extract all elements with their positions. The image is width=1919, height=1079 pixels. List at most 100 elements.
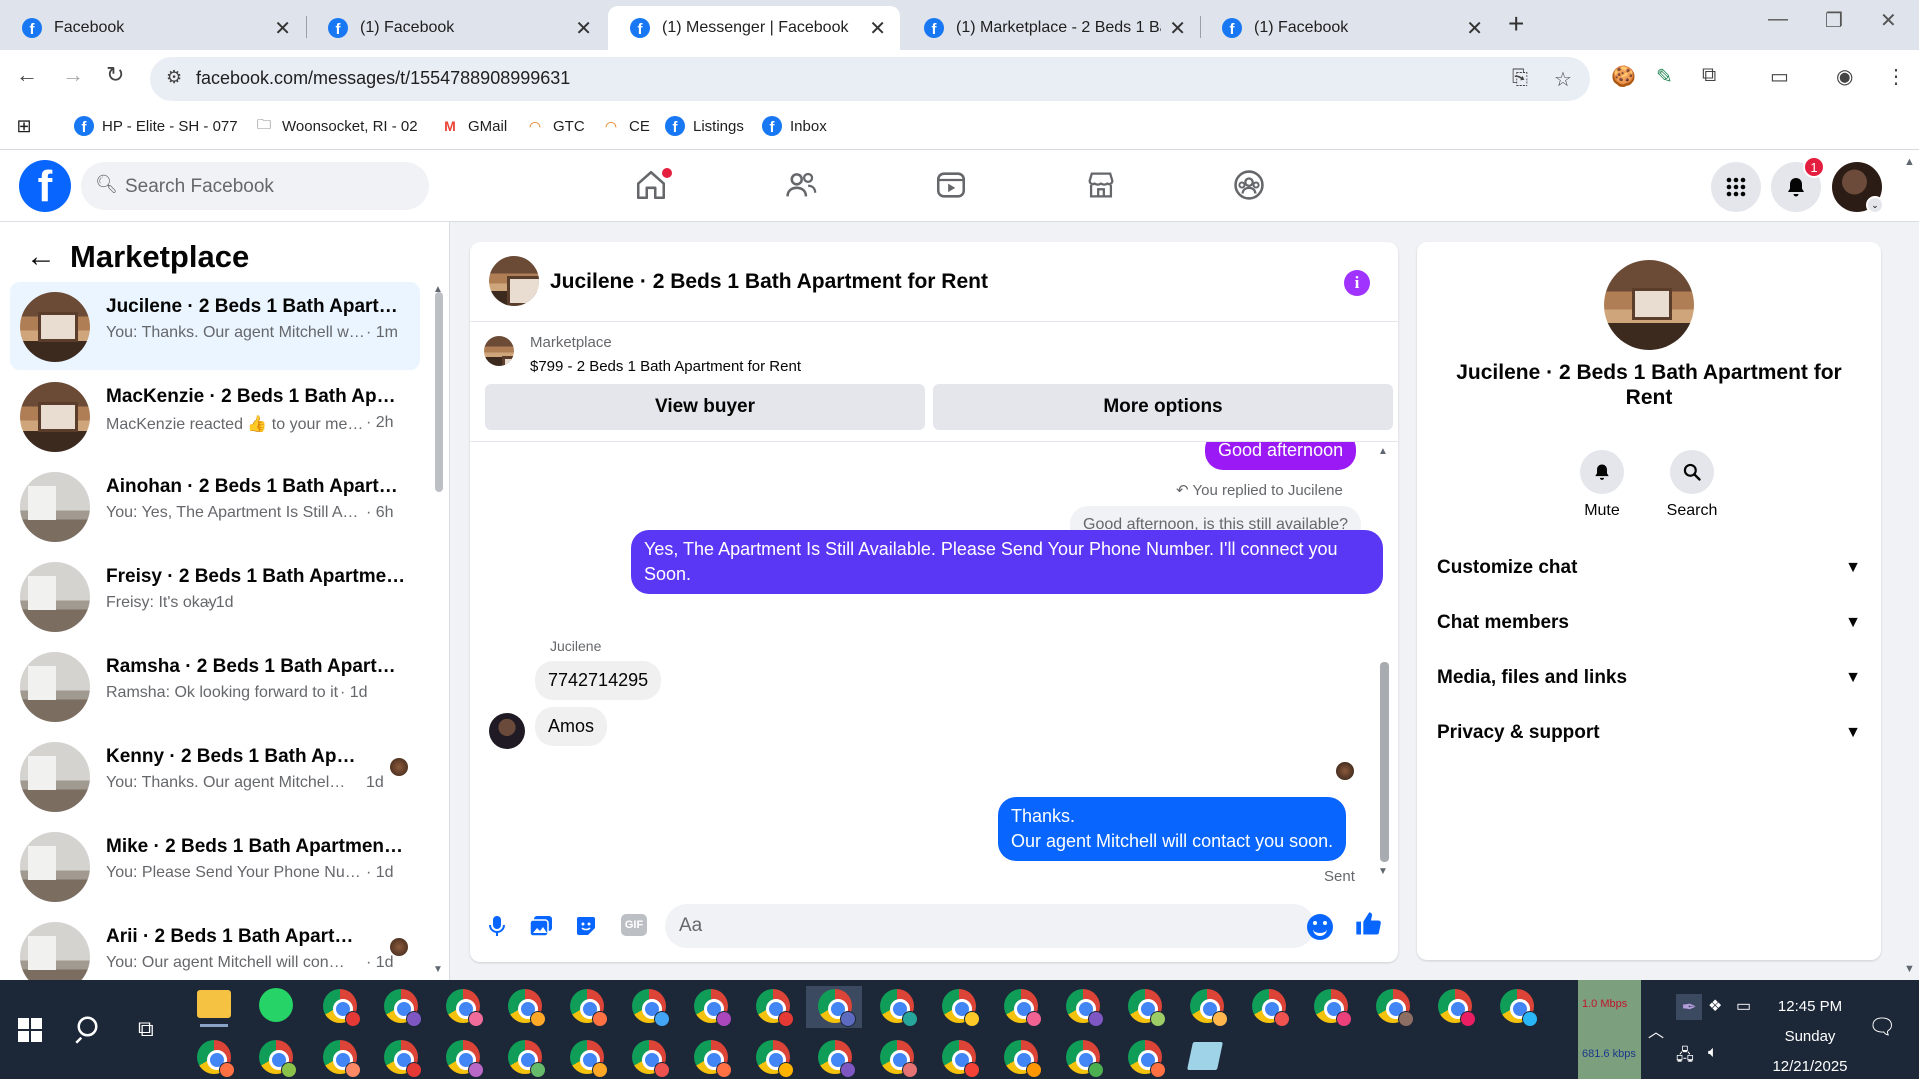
chevron-up-icon[interactable]: ︿ [1648,1018,1664,1042]
emoji-icon[interactable] [1307,914,1333,940]
search-conversation-button[interactable]: Search [1652,450,1732,520]
extension-icon[interactable]: ✎ [1656,64,1673,89]
bookmark-item[interactable]: 🗀 Woonsocket, RI - 02 [254,116,418,136]
cookie-extension-icon[interactable]: 🍪 [1611,64,1636,89]
feather-tray-icon[interactable]: ✒ [1676,994,1702,1020]
chrome-profile-icon[interactable] [570,989,608,1027]
address-bar[interactable]: ⚙ facebook.com/messages/t/15547889089996… [150,57,1590,101]
friends-icon[interactable] [784,168,824,208]
message-input[interactable] [665,904,1315,948]
message-bubble-sent[interactable]: Yes, The Apartment Is Still Available. P… [631,530,1383,594]
chat-avatar[interactable] [489,256,539,306]
microphone-icon[interactable] [483,912,511,940]
bookmark-item[interactable]: M GMail [440,116,507,136]
chrome-profile-icon[interactable] [818,989,856,1027]
whatsapp-icon[interactable] [259,988,293,1022]
back-arrow-icon[interactable]: ← [16,62,38,88]
chrome-profile-icon[interactable] [1500,989,1538,1027]
privacy-support-section[interactable]: Privacy & support ▼ [1437,711,1861,755]
chrome-profile-icon[interactable] [446,989,484,1027]
message-thread[interactable]: Good afternoon ↶ You replied to Jucilene… [470,442,1398,890]
sender-avatar[interactable] [489,713,525,749]
restore-icon[interactable]: ❐ [1825,8,1843,33]
more-options-button[interactable]: More options [933,384,1393,430]
video-icon[interactable] [934,168,974,208]
conversation-item[interactable]: MacKenzie · 2 Beds 1 Bath Apartment for … [10,372,420,460]
scroll-down-arrow-icon[interactable]: ▼ [1378,866,1388,877]
info-icon[interactable]: i [1344,270,1370,296]
chrome-profile-icon[interactable] [197,1040,235,1078]
account-avatar[interactable]: ⌄ [1832,162,1884,214]
browser-tab[interactable]: f (1) Facebook ✕ [306,6,606,50]
minimize-icon[interactable]: — [1768,8,1788,31]
facebook-logo-icon[interactable]: f [19,160,71,212]
system-clock[interactable]: 12:45 PM Sunday 12/21/2025 [1760,992,1860,1079]
back-arrow-icon[interactable]: ← [26,240,56,274]
chat-scrollbar[interactable] [1380,662,1389,862]
chrome-profile-icon[interactable] [880,989,918,1027]
photo-icon[interactable] [527,912,555,940]
chrome-profile-icon[interactable] [1438,989,1476,1027]
browser-tab[interactable]: f (1) Marketplace - 2 Beds 1 Bath ✕ [902,6,1200,50]
conversation-item[interactable]: Mike · 2 Beds 1 Bath Apartment for Rent … [10,822,420,910]
chrome-profile-icon[interactable] [1004,1040,1042,1078]
new-tab-icon[interactable]: + [1508,8,1524,40]
chrome-profile-icon[interactable] [632,1040,670,1078]
message-bubble-received[interactable]: Amos [535,707,608,746]
file-explorer-icon[interactable] [197,990,231,1018]
search-box[interactable]: 🔍︎ Search Facebook [81,162,429,210]
conversation-item[interactable]: Ainohan · 2 Beds 1 Bath Apartment for Re… [10,462,420,550]
network-icon[interactable]: 🖧 [1676,1044,1694,1071]
media-files-links-section[interactable]: Media, files and links ▼ [1437,656,1861,700]
listing-title[interactable]: $799 - 2 Beds 1 Bath Apartment for Rent [530,358,801,375]
thumbs-up-icon[interactable] [1354,910,1382,945]
battery-icon[interactable]: ▭ [1736,996,1751,1016]
chrome-profile-icon[interactable] [384,1040,422,1078]
chrome-profile-icon[interactable] [323,1040,361,1078]
dropbox-icon[interactable]: ❖ [1708,996,1722,1016]
bookmark-item[interactable]: ◠ CE [601,116,650,136]
chrome-profile-icon[interactable] [1314,989,1352,1027]
sidebar-scrollbar[interactable] [435,292,443,492]
marketplace-icon[interactable] [1084,168,1124,208]
close-tab-icon[interactable]: ✕ [575,16,592,41]
chrome-profile-icon[interactable] [632,989,670,1027]
groups-icon[interactable] [1232,168,1272,208]
chrome-profile-icon[interactable] [570,1040,608,1078]
close-tab-icon[interactable]: ✕ [1169,16,1186,41]
view-buyer-button[interactable]: View buyer [485,384,925,430]
chrome-profile-icon[interactable] [694,989,732,1027]
chrome-profile-icon[interactable] [1066,989,1104,1027]
chrome-profile-icon[interactable] [942,989,980,1027]
chrome-profile-icon[interactable] [1128,1040,1166,1078]
conversation-item[interactable]: Freisy · 2 Beds 1 Bath Apartment for Ren… [10,552,420,640]
scroll-up-arrow-icon[interactable]: ▲ [1378,446,1388,457]
chrome-profile-icon[interactable] [508,1040,546,1078]
chrome-profile-icon[interactable] [818,1040,856,1078]
reload-icon[interactable]: ↻ [106,62,124,88]
chrome-profile-icon[interactable] [259,1040,297,1078]
chrome-profile-icon[interactable] [756,1040,794,1078]
close-tab-icon[interactable]: ✕ [869,16,886,41]
site-settings-icon[interactable]: ⚙ [166,67,182,88]
conversation-item[interactable]: Kenny · 2 Beds 1 Bath Apartment for Rent… [10,732,420,820]
conversation-item[interactable]: Arii · 2 Beds 1 Bath Apartment for Rent … [10,912,420,980]
browser-menu-icon[interactable]: ⋮ [1886,64,1906,89]
chrome-profile-icon[interactable] [1128,989,1166,1027]
chrome-profile-icon[interactable] [880,1040,918,1078]
chrome-profile-icon[interactable] [508,989,546,1027]
task-view-icon[interactable]: ⧉ [138,1016,154,1042]
scroll-down-arrow-icon[interactable]: ▼ [433,964,443,975]
message-bubble-sent[interactable]: Thanks. Our agent Mitchell will contact … [998,797,1347,861]
chat-title[interactable]: Jucilene · 2 Beds 1 Bath Apartment for R… [550,270,988,294]
page-scroll-down-icon[interactable]: ▼ [1904,963,1915,975]
conversation-item[interactable]: Ramsha · 2 Beds 1 Bath Apartment for Ren… [10,642,420,730]
notification-center-icon[interactable]: 🗨︎ [1868,1014,1896,1040]
browser-tab[interactable]: f (1) Facebook ✕ [1200,6,1497,50]
chrome-profile-icon[interactable] [942,1040,980,1078]
volume-icon[interactable]: 🔈︎ [1708,1044,1718,1062]
chrome-profile-icon[interactable] [323,989,361,1027]
bookmark-item[interactable]: f Listings [665,116,744,136]
gif-button[interactable]: GIF [621,914,647,936]
customize-chat-section[interactable]: Customize chat ▼ [1437,546,1861,590]
